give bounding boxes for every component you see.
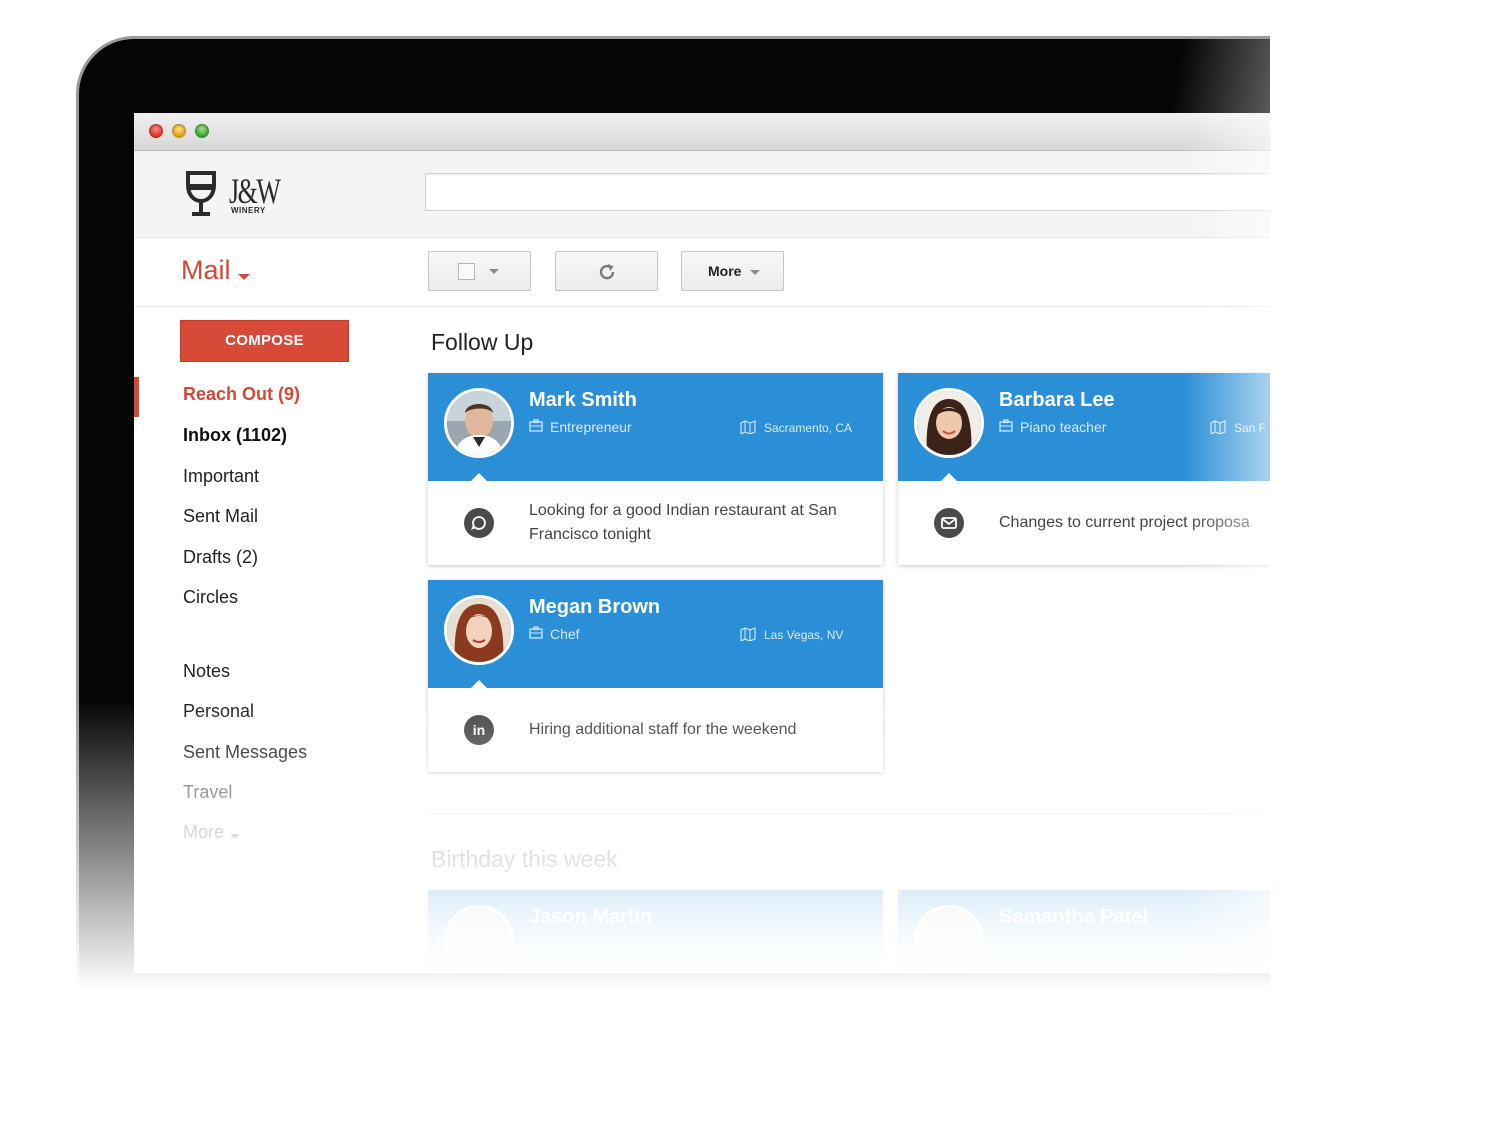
contact-card-header: Samantha Patel (898, 890, 1304, 973)
avatar[interactable] (444, 595, 514, 665)
contact-location: Sacramento, CA (764, 421, 853, 435)
sidebar-item-notes[interactable]: Notes (183, 661, 230, 682)
sidebar-item-inbox[interactable]: Inbox (1102) (183, 425, 287, 446)
logo-subtitle: WINERY (231, 206, 266, 215)
sidebar-item-circles[interactable]: Circles (183, 587, 238, 608)
contact-location: San F (1234, 421, 1267, 435)
more-actions-label: More (708, 263, 742, 279)
card-pointer (470, 473, 488, 482)
window-close-button[interactable] (149, 124, 163, 138)
contact-name[interactable]: Megan Brown (529, 596, 660, 619)
window-maximize-button[interactable] (195, 124, 209, 138)
contact-card[interactable]: Megan Brown Chef Las Vegas, NV in Hiring… (428, 580, 883, 772)
contact-job-title: Chef (550, 626, 580, 642)
search-input[interactable] (425, 173, 1304, 211)
sidebar-item-sent-messages[interactable]: Sent Messages (183, 742, 307, 763)
briefcase-icon (529, 419, 543, 432)
window-titlebar (134, 113, 1304, 151)
contact-card[interactable]: Barbara Lee Piano teacher San F Changes … (898, 373, 1304, 565)
select-all-button[interactable] (428, 251, 531, 291)
sidebar-item-important[interactable]: Important (183, 466, 259, 487)
mail-toolbar: Mail More (134, 238, 1304, 307)
contact-card-header: Jason Martin (428, 890, 883, 973)
section-title-birthday: Birthday this week (431, 846, 618, 872)
contact-card-header: Megan Brown Chef Las Vegas, NV (428, 580, 883, 688)
contact-message[interactable]: Looking for a good Indian restaurant at … (529, 499, 859, 547)
briefcase-icon (529, 626, 543, 639)
contact-card-header: Mark Smith Entrepreneur Sacramento, CA (428, 373, 883, 481)
app-window: J&W WINERY Mail More COMPOSE Reach Out (… (134, 113, 1304, 973)
sidebar-item-personal[interactable]: Personal (183, 701, 254, 722)
mail-dropdown-caret-icon[interactable] (238, 274, 250, 280)
window-minimize-button[interactable] (172, 124, 186, 138)
sidebar-item-sent-mail[interactable]: Sent Mail (183, 506, 258, 527)
sidebar-item-more[interactable]: More (183, 822, 224, 843)
contact-name[interactable]: Jason Martin (529, 906, 652, 929)
contact-name[interactable]: Mark Smith (529, 389, 637, 412)
chevron-down-icon (489, 269, 499, 274)
sidebar-item-drafts[interactable]: Drafts (2) (183, 547, 258, 568)
more-actions-button[interactable]: More (681, 251, 784, 291)
section-title-follow-up: Follow Up (431, 329, 534, 355)
wine-glass-icon (186, 171, 216, 216)
map-icon (1210, 420, 1226, 434)
contact-name[interactable]: Barbara Lee (999, 389, 1115, 412)
avatar[interactable] (444, 388, 514, 458)
avatar[interactable] (914, 905, 984, 973)
background-fade (1270, 30, 1501, 1080)
refresh-button[interactable] (555, 251, 658, 291)
map-icon (740, 420, 756, 434)
contact-card[interactable]: Jason Martin (428, 890, 883, 973)
linkedin-icon: in (464, 715, 494, 745)
contact-job-title: Piano teacher (1020, 419, 1107, 435)
chevron-down-icon[interactable] (230, 834, 240, 839)
contact-message[interactable]: Changes to current project proposa (999, 511, 1304, 535)
contact-card-header: Barbara Lee Piano teacher San F (898, 373, 1304, 481)
compose-button[interactable]: COMPOSE (180, 320, 349, 362)
section-divider (428, 813, 1298, 814)
mail-icon (934, 508, 964, 538)
map-icon (740, 627, 756, 641)
card-pointer (940, 473, 958, 482)
contact-message[interactable]: Hiring additional staff for the weekend (529, 718, 859, 742)
contact-card[interactable]: Samantha Patel (898, 890, 1304, 973)
refresh-icon (599, 264, 615, 280)
chevron-down-icon (750, 270, 760, 275)
sidebar-item-reach-out[interactable]: Reach Out (9) (183, 384, 300, 405)
sidebar-item-travel[interactable]: Travel (183, 782, 232, 803)
contact-location: Las Vegas, NV (764, 628, 844, 642)
card-pointer (470, 680, 488, 689)
mail-menu-label[interactable]: Mail (181, 255, 231, 286)
contact-name[interactable]: Samantha Patel (999, 906, 1148, 929)
chat-bubble-icon (464, 508, 494, 538)
avatar[interactable] (444, 905, 514, 973)
contact-card[interactable]: Mark Smith Entrepreneur Sacramento, CA L… (428, 373, 883, 565)
briefcase-icon (999, 419, 1013, 432)
active-nav-indicator (134, 377, 139, 417)
contact-job-title: Entrepreneur (550, 419, 632, 435)
avatar[interactable] (914, 388, 984, 458)
brand-logo[interactable]: J&W WINERY (184, 171, 284, 221)
app-header: J&W WINERY (134, 151, 1304, 238)
select-checkbox[interactable] (458, 263, 475, 280)
svg-text:in: in (473, 722, 485, 738)
